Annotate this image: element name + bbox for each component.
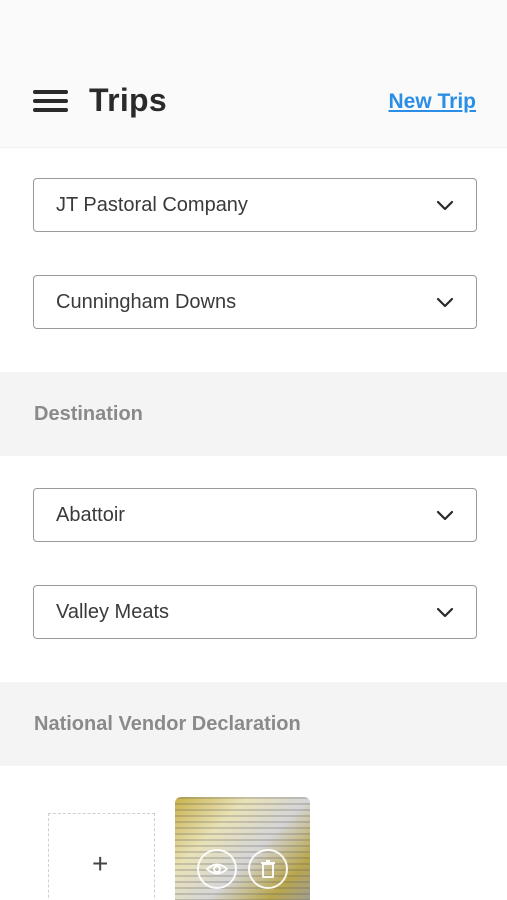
eye-icon[interactable] (197, 849, 237, 889)
plus-icon: + (92, 848, 109, 879)
property-select[interactable]: Cunningham Downs (33, 275, 477, 329)
section-label: Destination (34, 403, 143, 425)
property-select-value: Cunningham Downs (56, 291, 237, 313)
chevron-down-icon (436, 607, 454, 618)
add-document-button[interactable]: + (48, 813, 155, 900)
destination-place-value: Valley Meats (56, 601, 170, 623)
destination-type-value: Abattoir (56, 504, 125, 526)
new-trip-link[interactable]: New Trip (388, 90, 476, 114)
trash-icon[interactable] (248, 849, 288, 889)
section-label: National Vendor Declaration (34, 713, 301, 735)
chevron-down-icon (436, 297, 454, 308)
page-title: Trips (89, 82, 167, 118)
status-bar-area (0, 0, 507, 60)
company-select[interactable]: JT Pastoral Company (33, 178, 477, 232)
company-select-value: JT Pastoral Company (56, 194, 248, 216)
nvd-document-thumbnail[interactable] (175, 797, 310, 900)
chevron-down-icon (436, 510, 454, 521)
destination-section-header: Destination (0, 372, 507, 456)
menu-icon[interactable] (33, 88, 69, 116)
chevron-down-icon (436, 200, 454, 211)
destination-type-select[interactable]: Abattoir (33, 488, 477, 542)
destination-place-select[interactable]: Valley Meats (33, 585, 477, 639)
nvd-section-header: National Vendor Declaration (0, 682, 507, 766)
app-header: Trips New Trip (0, 60, 507, 148)
